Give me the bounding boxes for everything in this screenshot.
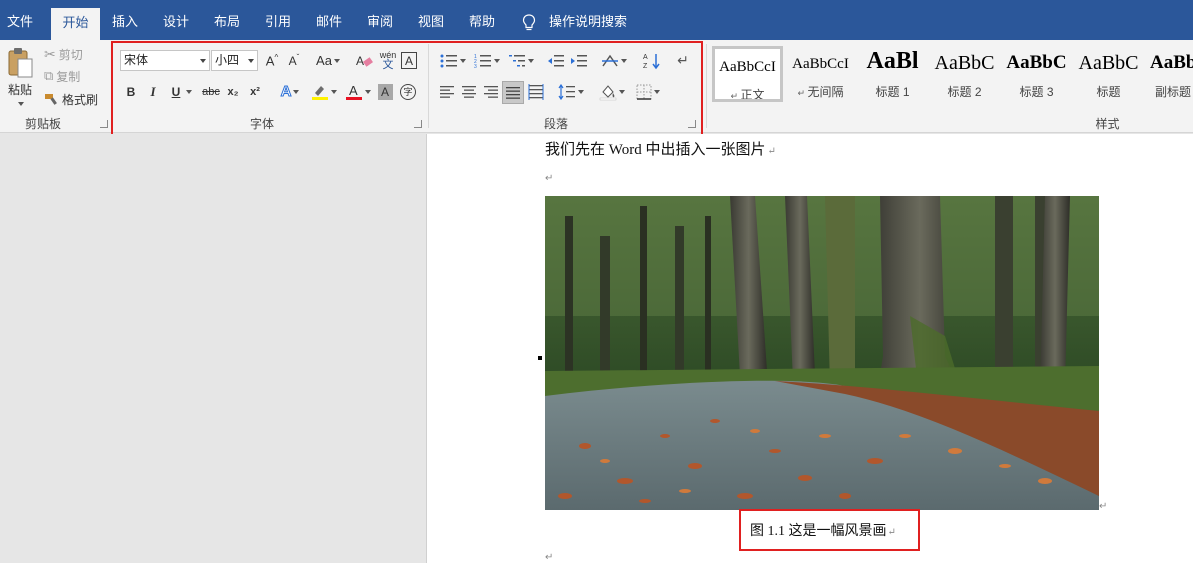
style-name: 副标题 [1155,85,1192,99]
style-heading-3[interactable]: AaBbC 标题 3 [1001,46,1072,102]
copy-button[interactable]: ⧉ 复制 [44,66,80,86]
tab-design[interactable]: 设计 [156,0,196,40]
style-sample: AaBbC [934,52,995,74]
cut-label: 剪切 [58,47,83,62]
tab-layout[interactable]: 布局 [207,0,247,40]
paste-icon [8,47,33,77]
copy-label: 复制 [56,69,81,84]
format-painter-label: 格式刷 [62,92,99,107]
paragraph-mark-icon: ↵ [545,552,554,563]
tab-view[interactable]: 视图 [411,0,451,40]
style-no-spacing[interactable]: AaBbCcI ↵ 无间隔 [785,46,856,102]
styles-group-label: 样式 [1095,117,1120,131]
style-sample: AaBl [866,48,919,74]
style-heading-2[interactable]: AaBbC 标题 2 [929,46,1000,102]
paste-button[interactable]: 粘贴 [4,45,36,107]
group-separator [706,44,707,128]
paragraph-mark-icon: ↵ [767,146,776,157]
style-name: 标题 2 [947,85,982,99]
paste-dropdown-icon[interactable] [18,101,24,106]
style-name: 标题 3 [1019,85,1054,99]
style-normal[interactable]: AaBbCcI ↵ 正文 [712,46,783,102]
tab-references[interactable]: 引用 [258,0,298,40]
anchor-marker [538,356,542,360]
document-margin-area [0,134,426,563]
highlight-box [111,41,703,140]
style-name: 标题 [1096,85,1121,99]
format-painter-button[interactable]: 格式刷 [44,89,98,109]
style-subtitle[interactable]: AaBb 副标题 [1145,46,1193,102]
tell-me-label: 操作说明搜索 [549,14,628,29]
cut-button[interactable]: ✂ 剪切 [44,44,83,64]
paragraph-mark-icon: ↵ [545,173,554,184]
tab-file[interactable]: 文件 [0,0,40,40]
document-line[interactable]: 我们先在 Word 中出插入一张图片 ↵ [545,138,776,159]
style-name: 标题 1 [875,85,910,99]
style-sample: AaBbC [1078,52,1139,74]
tab-mailings[interactable]: 邮件 [309,0,349,40]
style-heading-1[interactable]: AaBl 标题 1 [857,46,928,102]
figure-caption-text: 图 1.1 这是一幅风景画 [750,524,887,539]
style-title[interactable]: AaBbC 标题 [1073,46,1144,102]
clipboard-dialog-launcher[interactable] [100,120,108,128]
landscape-image[interactable] [545,196,1099,510]
figure-caption[interactable]: 图 1.1 这是一幅风景画↵ [750,520,896,540]
clipboard-group-label: 剪贴板 [24,117,61,131]
paragraph-mark-icon: ↵ [1099,501,1108,512]
paragraph-mark-icon: ↵ [797,88,808,98]
tab-help[interactable]: 帮助 [462,0,502,40]
paragraph-mark-icon: ↵ [730,91,741,101]
style-sample: AaBbCcI [719,59,776,75]
brush-icon [45,94,57,105]
lightbulb-icon [522,14,536,31]
tab-home[interactable]: 开始 [51,8,100,40]
style-sample: AaBb [1150,52,1193,73]
copy-icon: ⧉ [44,68,54,83]
style-sample: AaBbC [1006,52,1067,73]
style-sample: AaBbCcI [792,56,849,72]
style-name: ↵ 正文 [730,88,765,102]
forest-picture [545,196,1099,510]
scissors-icon: ✂ [44,45,56,62]
tab-review[interactable]: 审阅 [360,0,400,40]
document-line-text: 我们先在 Word 中出插入一张图片 [545,142,766,158]
tab-insert[interactable]: 插入 [105,0,145,40]
style-name: ↵ 无间隔 [797,85,844,99]
paragraph-mark-icon: ↵ [887,527,896,538]
paste-label: 粘贴 [7,82,32,97]
ribbon-tab-bar: 文件 开始 插入 设计 布局 引用 邮件 审阅 视图 帮助 操作说明搜索 [0,0,1193,40]
